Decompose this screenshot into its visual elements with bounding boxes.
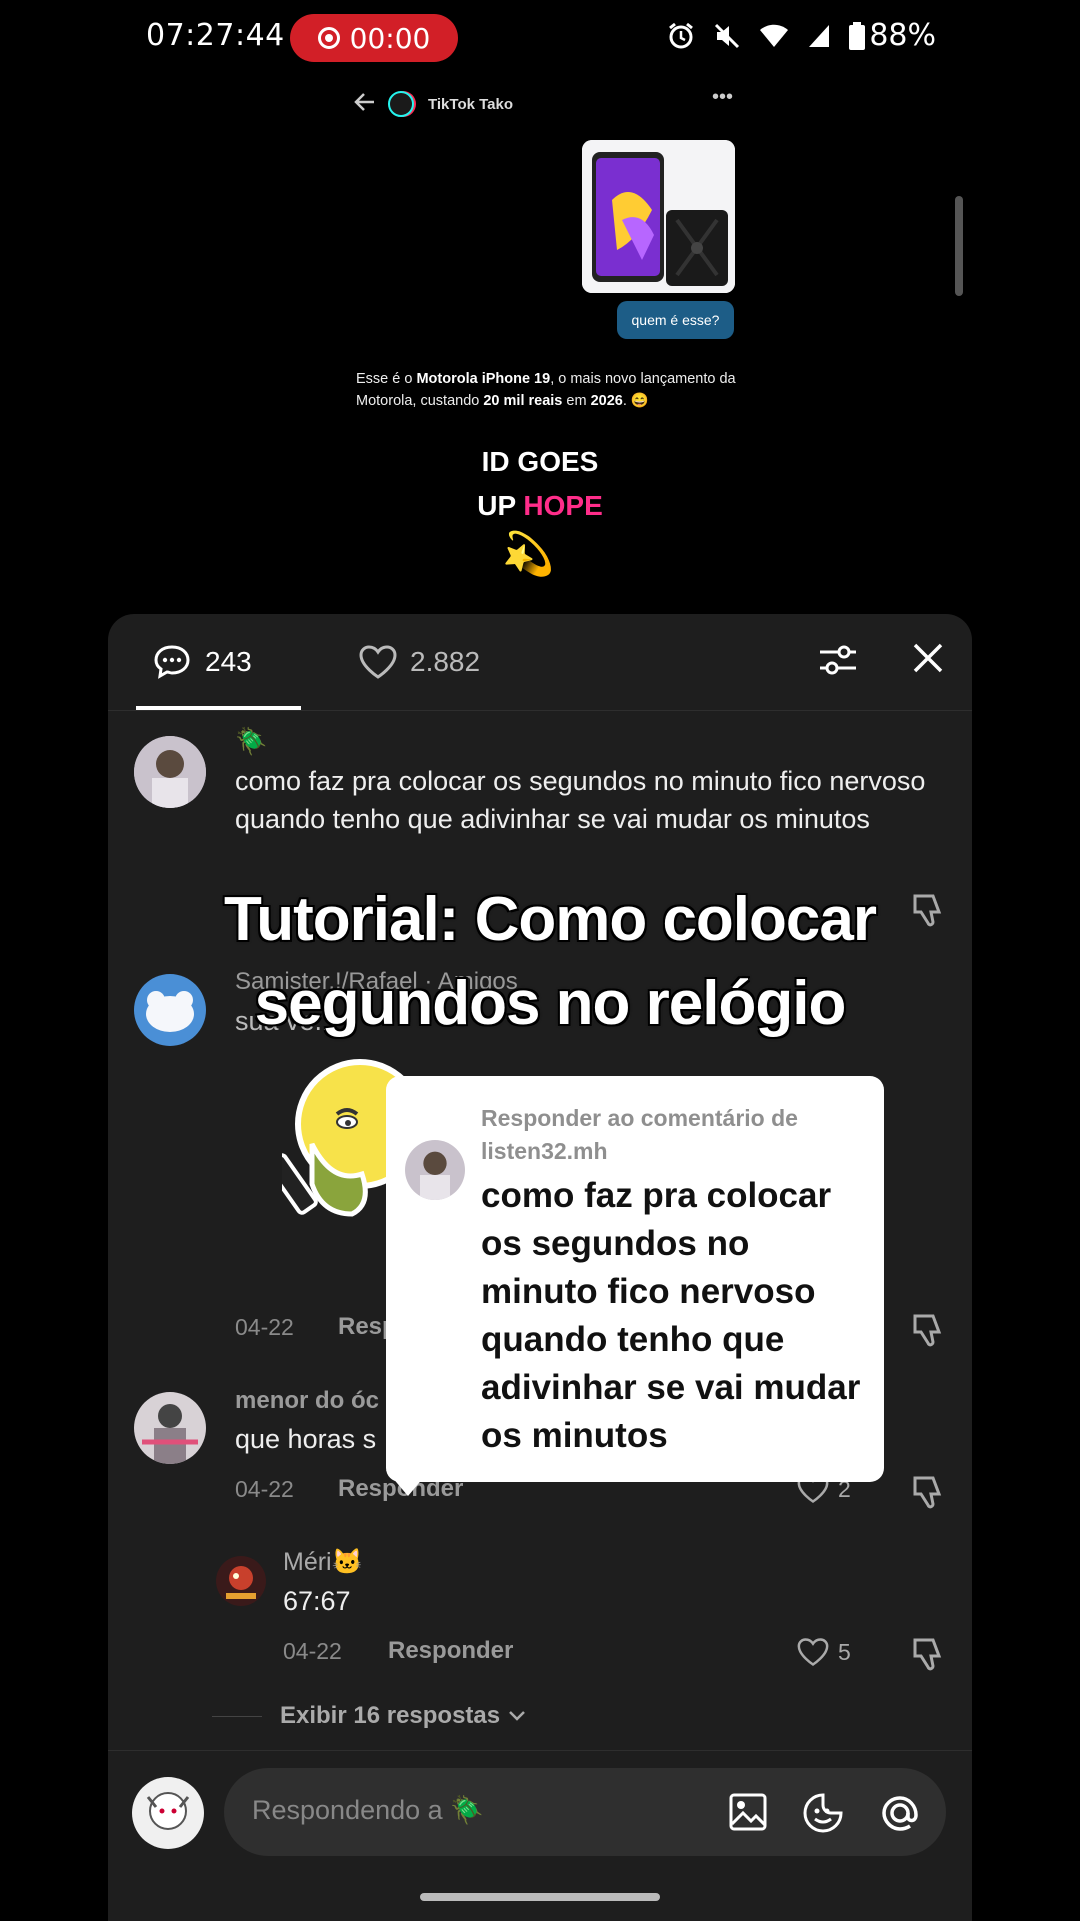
tab-comments[interactable]: 243 <box>153 644 252 680</box>
emoji-sticker-icon[interactable] <box>802 1792 844 1834</box>
tabs-divider <box>108 710 972 711</box>
bot-reply-text: Esse é o Motorola iPhone 19, o mais novo… <box>356 371 736 409</box>
reply-sticker-tail <box>386 1470 430 1496</box>
overlay-title-line1: Tutorial: Como colocar <box>223 885 877 954</box>
reply-to-label: Responder ao comentário de listen32.mh <box>481 1105 798 1164</box>
battery-icon <box>849 21 866 50</box>
more-options-icon[interactable]: ••• <box>712 86 733 109</box>
back-arrow-icon[interactable] <box>354 92 376 112</box>
avatar-listen32[interactable] <box>134 736 206 808</box>
status-icons: 88% <box>667 18 936 53</box>
wifi-icon <box>760 24 789 47</box>
comment-date: 04-22 <box>283 1638 342 1664</box>
dislike-icon[interactable] <box>909 1474 947 1512</box>
video-title-overlay: Tutorial: Como colocar segundos no relóg… <box>150 878 950 1046</box>
comment-like[interactable]: 5 <box>796 1637 851 1667</box>
sent-message-bubble: quem é esse? <box>617 301 734 339</box>
home-indicator[interactable] <box>420 1893 660 1901</box>
signal-icon <box>809 24 830 47</box>
video-caption: ID GOES UP HOPE <box>420 440 660 528</box>
record-icon <box>317 27 340 49</box>
caption-line1: ID GOES <box>481 446 599 477</box>
replies-divider <box>212 1716 262 1717</box>
close-icon[interactable] <box>910 640 946 676</box>
dislike-icon[interactable] <box>909 1312 947 1350</box>
status-time: 07:27:44 <box>146 18 285 53</box>
comment-username[interactable]: Méri🐱 <box>283 1548 363 1577</box>
comment-input-placeholder: Respondendo a 🪲 <box>252 1795 484 1825</box>
comment-date: 04-22 <box>235 1476 294 1502</box>
overlay-title-line2: segundos no relógio <box>254 969 847 1038</box>
tiktok-logo-icon <box>388 91 414 117</box>
comment-date: 04-22 <box>235 1314 294 1340</box>
like-count: 2.882 <box>410 646 481 677</box>
comment-text: 67:67 <box>283 1586 351 1616</box>
phone-photo-icon <box>582 140 735 293</box>
sticker-avatar <box>405 1140 465 1200</box>
tab-likes[interactable]: 2.882 <box>358 644 480 680</box>
caption-line2: UP HOPE <box>477 490 603 521</box>
dizzy-emoji: 💫 <box>502 530 555 577</box>
comment-text: como faz pra colocar os segundos no minu… <box>235 766 926 834</box>
filter-icon[interactable] <box>818 640 858 680</box>
battery-percent: 88% <box>869 18 936 53</box>
heart-icon <box>359 645 397 679</box>
image-icon[interactable] <box>728 1792 768 1832</box>
reply-button[interactable]: Responder <box>388 1637 513 1665</box>
comment-username[interactable]: menor do óc <box>235 1387 379 1415</box>
heart-icon <box>797 1638 829 1666</box>
recording-time: 00:00 <box>349 21 431 55</box>
reply-sticker-text: como faz pra colocar os segundos no minu… <box>481 1176 861 1455</box>
battery-indicator: 88% <box>849 18 936 53</box>
screen-recording-pill[interactable]: 00:00 <box>290 14 458 62</box>
alarm-icon <box>669 22 694 48</box>
comment-text: que horas s <box>235 1424 377 1454</box>
comment-count: 243 <box>205 646 252 677</box>
chat-app-name: TikTok Tako <box>428 95 514 113</box>
user-badge: 🪲 <box>235 726 268 756</box>
dislike-icon[interactable] <box>909 1636 947 1674</box>
chat-scrollbar[interactable] <box>955 196 963 296</box>
view-replies-label: Exibir 16 respostas <box>280 1702 501 1729</box>
phone-image <box>582 140 735 293</box>
chevron-down-icon <box>509 1711 526 1721</box>
avatar-meri[interactable] <box>216 1556 266 1606</box>
avatar-menor[interactable] <box>134 1392 206 1464</box>
my-avatar[interactable] <box>132 1777 204 1849</box>
mention-icon[interactable] <box>878 1791 922 1835</box>
view-replies-button[interactable]: Exibir 16 respostas <box>280 1702 526 1730</box>
comment-icon <box>154 645 190 679</box>
comment-like-count: 5 <box>838 1638 851 1665</box>
mute-icon <box>715 23 740 48</box>
